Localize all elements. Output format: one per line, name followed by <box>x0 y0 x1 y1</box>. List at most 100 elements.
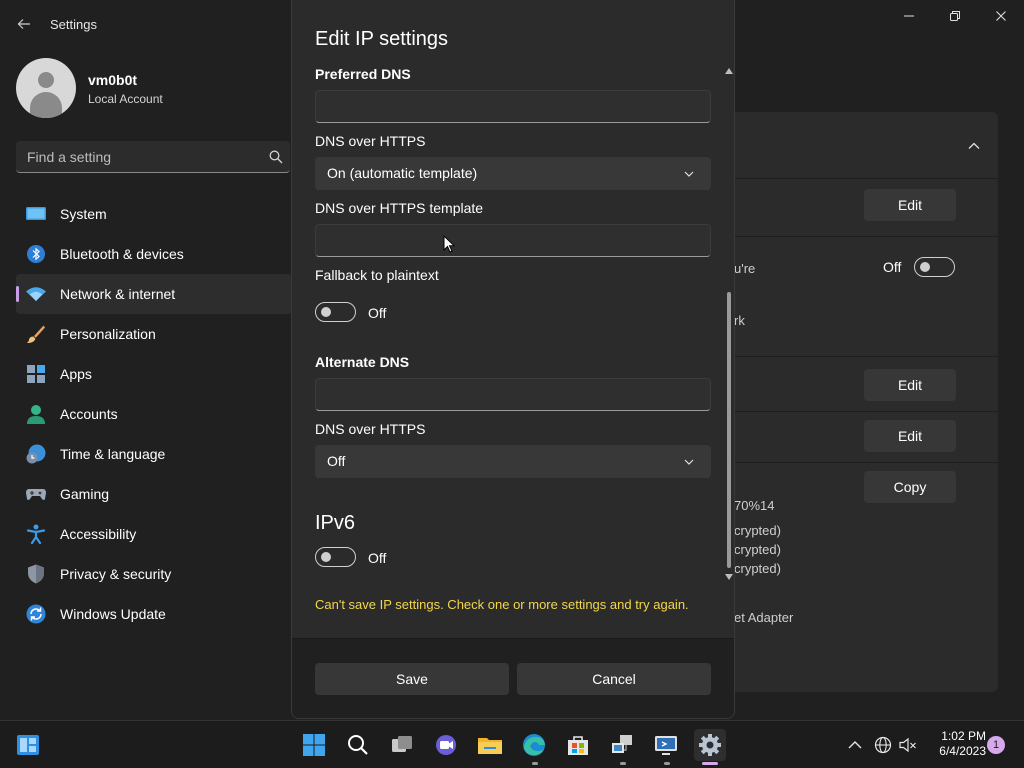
edit-button-2[interactable]: Edit <box>864 369 956 401</box>
ipv6-toggle-state: Off <box>368 550 387 566</box>
chat-button[interactable] <box>430 729 462 761</box>
divider <box>734 356 998 357</box>
dialog-footer: Save Cancel <box>292 638 734 718</box>
ipv6-heading: IPv6 <box>315 512 356 534</box>
alternate-dns-input[interactable] <box>315 378 711 411</box>
copy-button[interactable]: Copy <box>864 471 956 503</box>
search-icon <box>348 735 368 755</box>
divider <box>734 462 998 463</box>
store-button[interactable] <box>562 729 594 761</box>
sidebar-item-label: Network & internet <box>60 286 176 302</box>
property-value-fragment: crypted) <box>734 523 781 538</box>
scroll-up-arrow-icon[interactable] <box>725 67 733 75</box>
volume-button[interactable] <box>898 735 918 755</box>
property-value-fragment: crypted) <box>734 561 781 576</box>
sidebar-item-network[interactable]: Network & internet <box>16 274 292 314</box>
clock[interactable]: 1:02 PM 6/4/2023 <box>926 729 986 759</box>
sidebar-nav: System Bluetooth & devices Network & int… <box>16 194 292 634</box>
sidebar-item-label: Personalization <box>60 326 156 342</box>
globe-clock-icon <box>26 444 46 464</box>
minimize-button[interactable] <box>886 6 932 28</box>
scrollbar-thumb[interactable] <box>727 292 731 568</box>
setting-text-fragment: u're <box>734 261 756 276</box>
running-indicator <box>532 762 538 765</box>
sidebar-item-privacy[interactable]: Privacy & security <box>16 554 292 594</box>
doh-dropdown-2-value: Off <box>327 453 346 469</box>
widgets-button[interactable] <box>12 729 44 761</box>
sidebar-item-time-language[interactable]: Time & language <box>16 434 292 474</box>
close-button[interactable] <box>978 6 1024 28</box>
taskbar-search-button[interactable] <box>342 729 374 761</box>
fallback-toggle[interactable] <box>315 302 356 322</box>
chevron-up-icon[interactable] <box>966 138 982 154</box>
apps-icon <box>27 365 45 383</box>
preferred-dns-input[interactable] <box>315 90 711 123</box>
sidebar-item-label: System <box>60 206 107 222</box>
avatar <box>16 58 76 118</box>
preferred-dns-label: Preferred DNS <box>315 66 411 82</box>
doh-template-input[interactable] <box>315 224 711 257</box>
sidebar-item-bluetooth[interactable]: Bluetooth & devices <box>16 234 292 274</box>
start-button[interactable] <box>298 729 330 761</box>
clock-date: 6/4/2023 <box>939 744 986 758</box>
bluetooth-icon <box>27 245 45 263</box>
dialog-title: Edit IP settings <box>315 28 449 50</box>
fallback-toggle-state: Off <box>368 305 387 321</box>
sidebar-item-label: Apps <box>60 366 92 382</box>
brush-icon <box>27 325 45 344</box>
monitor-icon <box>26 207 46 220</box>
chevron-down-icon <box>684 459 694 465</box>
search-placeholder: Find a setting <box>27 149 112 165</box>
update-icon <box>26 604 46 624</box>
scroll-down-arrow-icon[interactable] <box>725 573 733 581</box>
user-name: vm0b0t <box>88 72 138 88</box>
sidebar-item-windows-update[interactable]: Windows Update <box>16 594 292 634</box>
notification-badge[interactable]: 1 <box>987 736 1005 754</box>
remote-desktop-icon <box>655 736 677 755</box>
file-explorer-button[interactable] <box>474 729 506 761</box>
sidebar-item-label: Bluetooth & devices <box>60 246 184 262</box>
ipv6-toggle[interactable] <box>315 547 356 567</box>
metered-toggle[interactable] <box>914 257 955 277</box>
running-indicator <box>620 762 626 765</box>
sidebar-item-system[interactable]: System <box>16 194 292 234</box>
save-button[interactable]: Save <box>315 663 509 695</box>
doh-label-2: DNS over HTTPS <box>315 421 426 437</box>
network-app-button[interactable] <box>606 729 638 761</box>
widgets-icon <box>17 735 39 755</box>
accessibility-icon <box>26 524 46 544</box>
search-icon <box>269 150 283 164</box>
back-button[interactable] <box>12 12 36 36</box>
sidebar-item-accessibility[interactable]: Accessibility <box>16 514 292 554</box>
doh-dropdown-2[interactable]: Off <box>315 445 711 478</box>
account-type: Local Account <box>88 92 163 106</box>
chevron-up-icon <box>848 741 862 749</box>
windows-start-icon <box>303 734 325 756</box>
show-hidden-icons-button[interactable] <box>845 735 865 755</box>
remote-desktop-button[interactable] <box>650 729 682 761</box>
edit-ip-settings-dialog: Edit IP settings Preferred DNS DNS over … <box>291 0 735 719</box>
divider <box>734 178 998 179</box>
running-indicator-active <box>702 762 718 765</box>
task-view-button[interactable] <box>386 729 418 761</box>
sidebar-item-accounts[interactable]: Accounts <box>16 394 292 434</box>
edge-button[interactable] <box>518 729 550 761</box>
chevron-down-icon <box>684 171 694 177</box>
settings-app-button[interactable] <box>694 729 726 761</box>
edit-button-3[interactable]: Edit <box>864 420 956 452</box>
edge-browser-icon <box>523 734 545 756</box>
edit-button-1[interactable]: Edit <box>864 189 956 221</box>
shield-icon <box>28 564 44 584</box>
restore-button[interactable] <box>932 6 978 28</box>
network-status-button[interactable] <box>873 735 893 755</box>
cancel-button[interactable]: Cancel <box>517 663 711 695</box>
search-input[interactable]: Find a setting <box>16 141 290 173</box>
person-icon <box>27 405 45 424</box>
sidebar-item-label: Accounts <box>60 406 118 422</box>
doh-dropdown-1-value: On (automatic template) <box>327 165 478 181</box>
doh-dropdown-1[interactable]: On (automatic template) <box>315 157 711 190</box>
sidebar-item-gaming[interactable]: Gaming <box>16 474 292 514</box>
sidebar-item-apps[interactable]: Apps <box>16 354 292 394</box>
sidebar-item-personalization[interactable]: Personalization <box>16 314 292 354</box>
sidebar-item-label: Time & language <box>60 446 166 462</box>
